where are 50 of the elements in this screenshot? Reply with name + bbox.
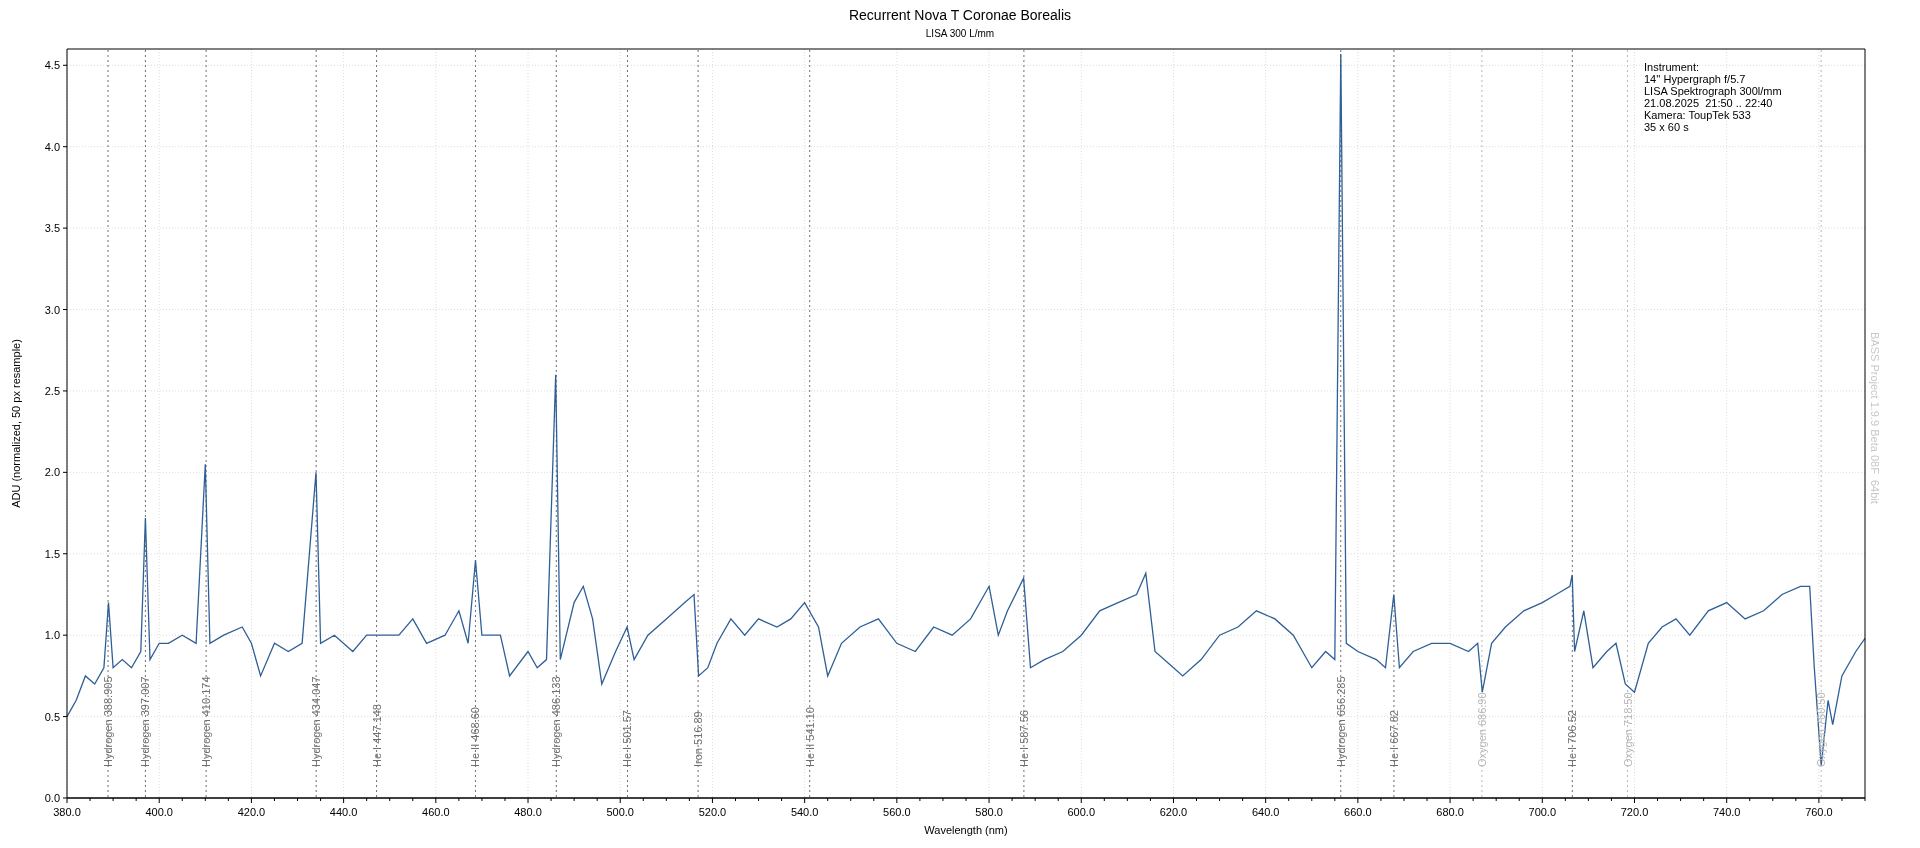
y-tick-label: 2.0 <box>44 466 60 479</box>
x-tick-label: 540.0 <box>790 806 819 818</box>
line-label: He I 587.56 <box>1017 710 1030 767</box>
instrument-info: Instrument: 14'' Hypergraph f/5.7 LISA Spektrograph 300l/mm 21.08.2025 21:50 .. 22:40 Kamera: ToupTek 533 35 x 60 s <box>1644 61 1782 133</box>
y-tick-label: 3.5 <box>44 222 60 235</box>
x-tick-label: 440.0 <box>329 806 358 818</box>
x-tick-label: 720.0 <box>1620 806 1649 818</box>
y-tick-label: 2.5 <box>44 384 60 397</box>
chart-title: Recurrent Nova T Coronae Borealis <box>848 6 1071 24</box>
y-axis-label: ADU (normalized, 50 px resample) <box>10 339 22 508</box>
line-label: Hydrogen 434.047 <box>310 676 323 767</box>
x-tick-label: 460.0 <box>422 806 450 818</box>
line-label: Iron 516.89 <box>692 711 705 767</box>
line-label: Hydrogen 656.285 <box>1334 676 1347 767</box>
x-tick-label: 680.0 <box>1436 806 1464 818</box>
line-label: Hydrogen 410.174 <box>200 676 213 767</box>
x-tick-label: 660.0 <box>1344 806 1372 818</box>
line-label: Oxygen 686.90 <box>1475 692 1488 767</box>
y-tick-label: 4.5 <box>44 59 60 72</box>
x-tick-label: 600.0 <box>1067 806 1095 818</box>
y-tick-label: 3.0 <box>44 303 60 316</box>
x-tick-label: 640.0 <box>1251 806 1280 818</box>
line-label: Oxygen 760.50 <box>1815 692 1828 767</box>
line-label: He I 667.82 <box>1387 710 1400 767</box>
x-axis-label: Wavelength (nm) <box>924 824 1008 836</box>
y-tick-label: 1.0 <box>44 629 60 642</box>
y-tick-label: 1.5 <box>44 547 60 560</box>
x-tick-label: 400.0 <box>145 806 173 818</box>
x-tick-label: 480.0 <box>514 806 542 818</box>
y-tick-label: 0.5 <box>44 710 60 723</box>
line-label: He I 447.148 <box>370 704 383 767</box>
x-tick-label: 760.0 <box>1805 806 1833 818</box>
x-tick-label: 420.0 <box>237 806 266 818</box>
y-tick-label: 0.0 <box>44 792 60 804</box>
line-label: He II 468.60 <box>469 707 482 767</box>
x-tick-label: 580.0 <box>975 806 1003 818</box>
x-tick-label: 700.0 <box>1528 806 1557 818</box>
x-tick-label: 620.0 <box>1159 806 1188 818</box>
line-label: He I 706.52 <box>1566 710 1579 767</box>
line-label: Hydrogen 397.007 <box>139 676 152 767</box>
x-tick-label: 560.0 <box>883 806 911 818</box>
line-label: He II 541.10 <box>803 707 816 767</box>
line-label: Hydrogen 486.133 <box>550 676 563 767</box>
chart-subtitle: LISA 300 L/mm <box>925 27 995 41</box>
x-tick-label: 380.0 <box>53 806 81 818</box>
x-tick-label: 740.0 <box>1712 806 1741 818</box>
x-tick-label: 500.0 <box>606 806 634 818</box>
x-tick-label: 520.0 <box>698 806 727 818</box>
y-tick-label: 4.0 <box>44 140 60 153</box>
line-label: Hydrogen 388.905 <box>102 676 115 767</box>
